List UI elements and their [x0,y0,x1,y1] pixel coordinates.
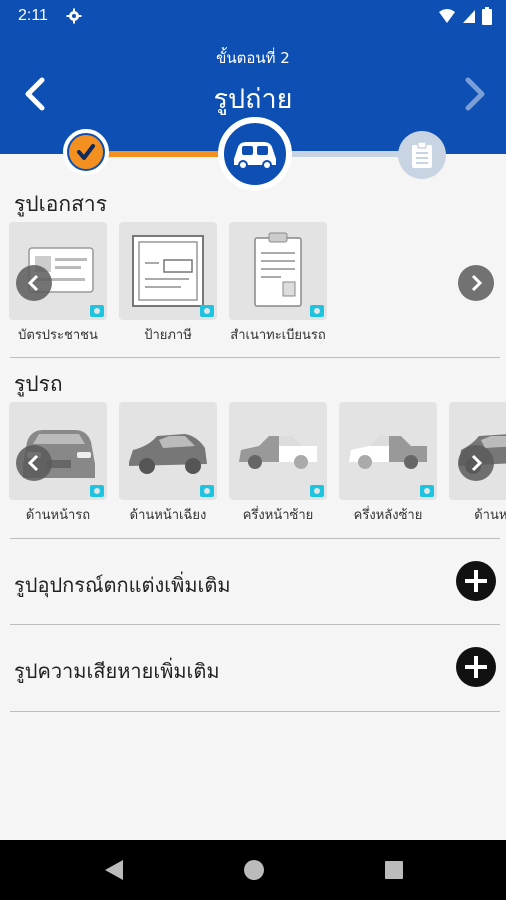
divider [10,711,500,712]
chevron-left-icon [27,274,39,292]
car-thumb-front-left[interactable]: ครึ่งหน้าซ้าย [229,402,327,525]
car-thumb-front-angle[interactable]: ด้านหน้าเฉียง [119,402,217,525]
next-arrow-icon[interactable] [460,76,490,112]
camera-icon [200,305,214,317]
add-accessories-button[interactable] [456,561,496,601]
system-nav-bar [0,840,506,900]
camera-icon [310,305,324,317]
clipboard-icon [412,141,432,168]
car-photo-label: ครึ่งหน้าซ้าย [242,508,314,523]
extra-damage-label: รูปความเสียหายเพิ่มเติม [14,659,220,683]
gear-icon [66,8,82,24]
document-label: ป้ายภาษี [144,328,192,343]
camera-icon [420,485,434,497]
camera-icon [200,485,214,497]
extra-accessories-row[interactable]: รูปอุปกรณ์ตกแต่งเพิ่มเติม [0,539,506,625]
car-photo-label: ครึ่งหลังซ้าย [353,508,423,523]
add-damage-button[interactable] [456,647,496,687]
step-3-indicator [398,131,446,179]
chevron-right-icon [471,274,483,292]
nav-back-icon[interactable] [103,858,125,882]
status-bar: 2:11 [0,0,506,32]
documents-scroll-left-button[interactable] [16,265,52,301]
chevron-left-icon [27,454,39,472]
document-label: สำเนาทะเบียนรถ [230,328,326,343]
car-photo-label: ด้านหน้ารถ [25,508,91,523]
chevron-right-icon [471,454,483,472]
step-1-indicator [63,129,109,175]
car-thumb-rear-left[interactable]: ครึ่งหลังซ้าย [339,402,437,525]
signal-icon [463,10,475,23]
nav-recents-icon[interactable] [383,858,405,882]
camera-icon [90,305,104,317]
progress-line-done [108,151,228,157]
car-photos-row: ด้านหน้ารถ ด้านหน้าเฉียง ครึ่งหน้าซ้าย ค… [0,402,506,532]
car-photo-label: ด้านหน้าเฉียง [129,508,207,523]
documents-section-title: รูปเอกสาร [14,192,108,216]
battery-icon [482,7,492,25]
step-label: ขั้นตอนที่ 2 [216,49,290,67]
document-label: บัตรประชาชน [18,328,98,343]
car-photos-scroll-right-button[interactable] [458,445,494,481]
car-photos-section-title: รูปรถ [14,372,63,396]
car-photo-label: ด้านหลัง [474,508,506,523]
car-photos-scroll-left-button[interactable] [16,445,52,481]
camera-icon [310,485,324,497]
document-thumb-registration[interactable]: สำเนาทะเบียนรถ [229,222,327,345]
extra-damage-row[interactable]: รูปความเสียหายเพิ่มเติม [0,625,506,711]
document-thumb-tax-sign[interactable]: ป้ายภาษี [119,222,217,345]
documents-scroll-right-button[interactable] [458,265,494,301]
nav-home-icon[interactable] [243,858,265,882]
documents-row: บัตรประชาชน ป้ายภาษี สำเนาทะเบียนรถ [0,222,506,352]
page-title: รูปถ่าย [213,84,293,115]
step-2-indicator [218,117,292,191]
extra-accessories-label: รูปอุปกรณ์ตกแต่งเพิ่มเติม [14,573,231,597]
check-icon [77,144,95,160]
back-arrow-icon[interactable] [20,76,50,112]
status-time: 2:11 [18,7,48,24]
camera-icon [90,485,104,497]
divider [10,357,500,358]
wifi-icon [439,9,455,23]
progress-line-todo [285,151,400,157]
car-icon [234,142,276,170]
